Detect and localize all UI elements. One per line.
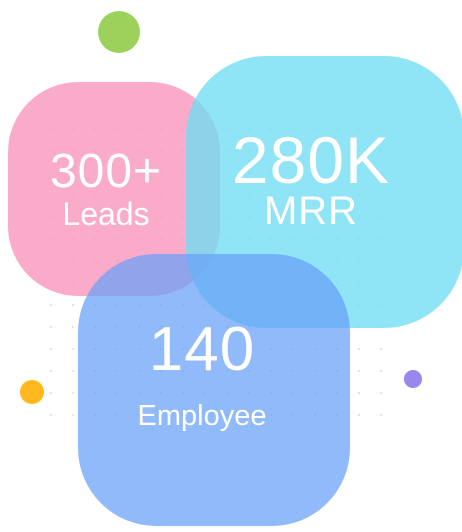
- mrr-stat-label: MRR: [263, 189, 359, 233]
- leads-stat-value: 300+: [49, 145, 163, 198]
- employee-stat-card: 140 Employee: [78, 254, 350, 526]
- employee-stat-value: 140: [148, 315, 256, 384]
- purple-dot-icon: [404, 370, 422, 388]
- yellow-dot-icon: [20, 380, 44, 404]
- stats-illustration: 300+ Leads 280K MRR 140 Employee: [0, 0, 462, 532]
- employee-stat-label: Employee: [137, 400, 267, 432]
- mrr-stat-value: 280K: [231, 123, 391, 197]
- leads-stat-label: Leads: [62, 196, 150, 232]
- green-dot-icon: [98, 11, 140, 53]
